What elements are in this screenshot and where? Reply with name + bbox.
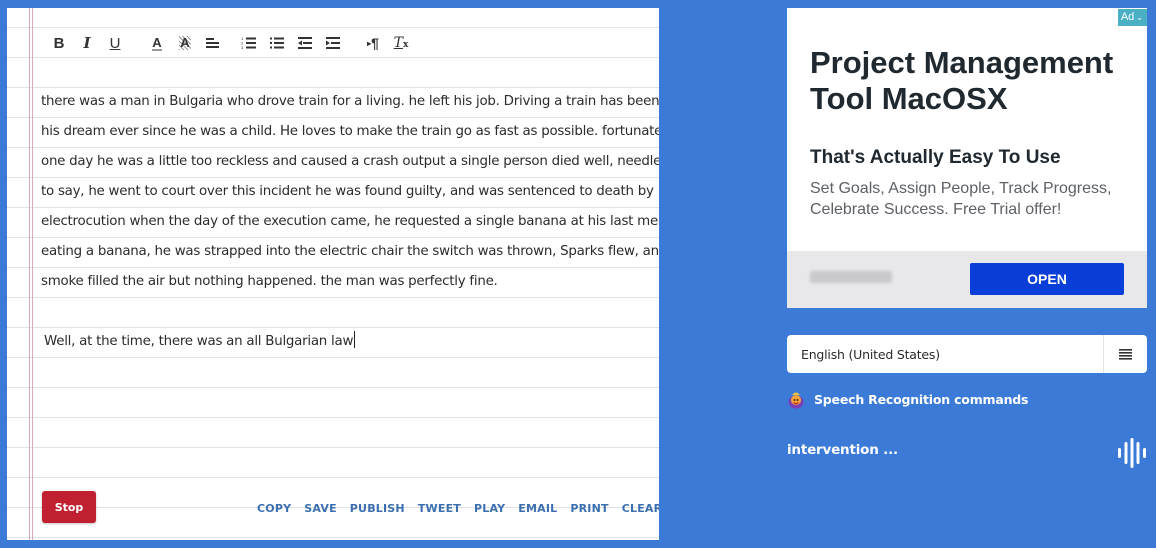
ad-subtitle: That's Actually Easy To Use (810, 147, 1061, 168)
sound-wave-icon[interactable] (1117, 437, 1147, 469)
clear-link[interactable]: CLEAR (622, 502, 659, 515)
svg-text:3: 3 (241, 45, 244, 50)
email-link[interactable]: EMAIL (518, 502, 557, 515)
bold-button[interactable]: B (45, 30, 73, 56)
margin-line (29, 8, 30, 540)
clear-formatting-button[interactable]: Tx (387, 30, 415, 56)
indent-icon (326, 37, 340, 49)
text-line: one day he was a little too reckless and… (41, 154, 659, 169)
ad-open-button[interactable]: OPEN (970, 263, 1124, 295)
current-text: Well, at the time, there was an all Bulg… (44, 334, 354, 349)
editor-panel: B I U A A 1 2 3 ▸¶ Tx there was a man in… (7, 8, 659, 540)
interim-transcript: intervention ... (787, 442, 898, 458)
align-button[interactable] (199, 30, 227, 56)
ad-title: Project Management Tool MacOSX (810, 45, 1114, 116)
bullet-list-button[interactable] (263, 30, 291, 56)
chevron-down-icon: ⌄ (1136, 13, 1143, 22)
underline-button[interactable]: U (101, 30, 129, 56)
indent-button[interactable] (319, 30, 347, 56)
text-line: electrocution when the day of the execut… (41, 214, 659, 229)
text-line: smoke filled the air but nothing happene… (41, 274, 498, 289)
language-value: English (United States) (801, 346, 940, 362)
bold-icon: B (53, 34, 65, 52)
ad-advertiser-blurred (810, 271, 892, 283)
publish-link[interactable]: PUBLISH (350, 502, 405, 515)
speech-commands-link[interactable]: Speech Recognition commands (787, 389, 1028, 409)
format-toolbar: B I U A A 1 2 3 ▸¶ Tx (45, 30, 415, 56)
tweet-link[interactable]: TWEET (418, 502, 461, 515)
action-links: COPY SAVE PUBLISH TWEET PLAY EMAIL PRINT… (257, 502, 659, 515)
text-line: there was a man in Bulgaria who drove tr… (41, 94, 659, 109)
clear-formatting-glyph: T (393, 35, 403, 51)
print-link[interactable]: PRINT (570, 502, 608, 515)
language-select[interactable]: English (United States) (787, 335, 1147, 373)
background-color-button[interactable]: A (171, 30, 199, 56)
pilcrow-glyph: ¶ (371, 35, 379, 51)
ad-badge-label: Ad (1120, 11, 1135, 23)
outdent-button[interactable] (291, 30, 319, 56)
genie-icon (788, 392, 804, 409)
ordered-list-button[interactable]: 1 2 3 (235, 30, 263, 56)
pilcrow-ltr-icon: ▸¶ (367, 35, 379, 51)
stop-button[interactable]: Stop (42, 491, 96, 523)
speech-commands-label: Speech Recognition commands (814, 391, 1029, 407)
ad-footer: OPEN (787, 251, 1147, 308)
text-line: to say, he went to court over this incid… (41, 184, 654, 199)
background-color-icon: A (179, 35, 191, 50)
text-direction-button[interactable]: ▸¶ (359, 30, 387, 56)
text-color-icon: A (152, 34, 162, 51)
language-menu-button[interactable] (1103, 335, 1147, 373)
ad-choices-badge[interactable]: Ad ⌄ (1117, 9, 1147, 26)
clear-formatting-icon: Tx (393, 35, 409, 51)
align-left-icon (206, 38, 219, 48)
italic-icon: I (83, 34, 91, 52)
hamburger-icon (1119, 348, 1132, 360)
copy-link[interactable]: COPY (257, 502, 291, 515)
outdent-icon (298, 37, 312, 49)
ad-open-label: OPEN (1027, 271, 1067, 287)
stop-label: Stop (54, 500, 84, 514)
text-line: his dream ever since he was a child. He … (41, 124, 659, 139)
save-link[interactable]: SAVE (304, 502, 337, 515)
play-link[interactable]: PLAY (474, 502, 505, 515)
text-caret (354, 331, 356, 348)
underline-icon: U (109, 34, 121, 52)
italic-button[interactable]: I (73, 30, 101, 56)
text-line: eating a banana, he was strapped into th… (41, 244, 659, 259)
ad-description: Set Goals, Assign People, Track Progress… (810, 180, 1112, 218)
transcript-paragraph[interactable]: there was a man in Bulgaria who drove tr… (41, 87, 659, 297)
ordered-list-icon: 1 2 3 (241, 36, 256, 50)
text-color-button[interactable]: A (143, 30, 171, 56)
bullet-list-icon (270, 37, 284, 49)
margin-line (32, 8, 33, 540)
current-paragraph[interactable]: Well, at the time, there was an all Bulg… (44, 327, 356, 357)
advertisement[interactable]: Ad ⌄ Project Management Tool MacOSX That'… (787, 8, 1147, 308)
